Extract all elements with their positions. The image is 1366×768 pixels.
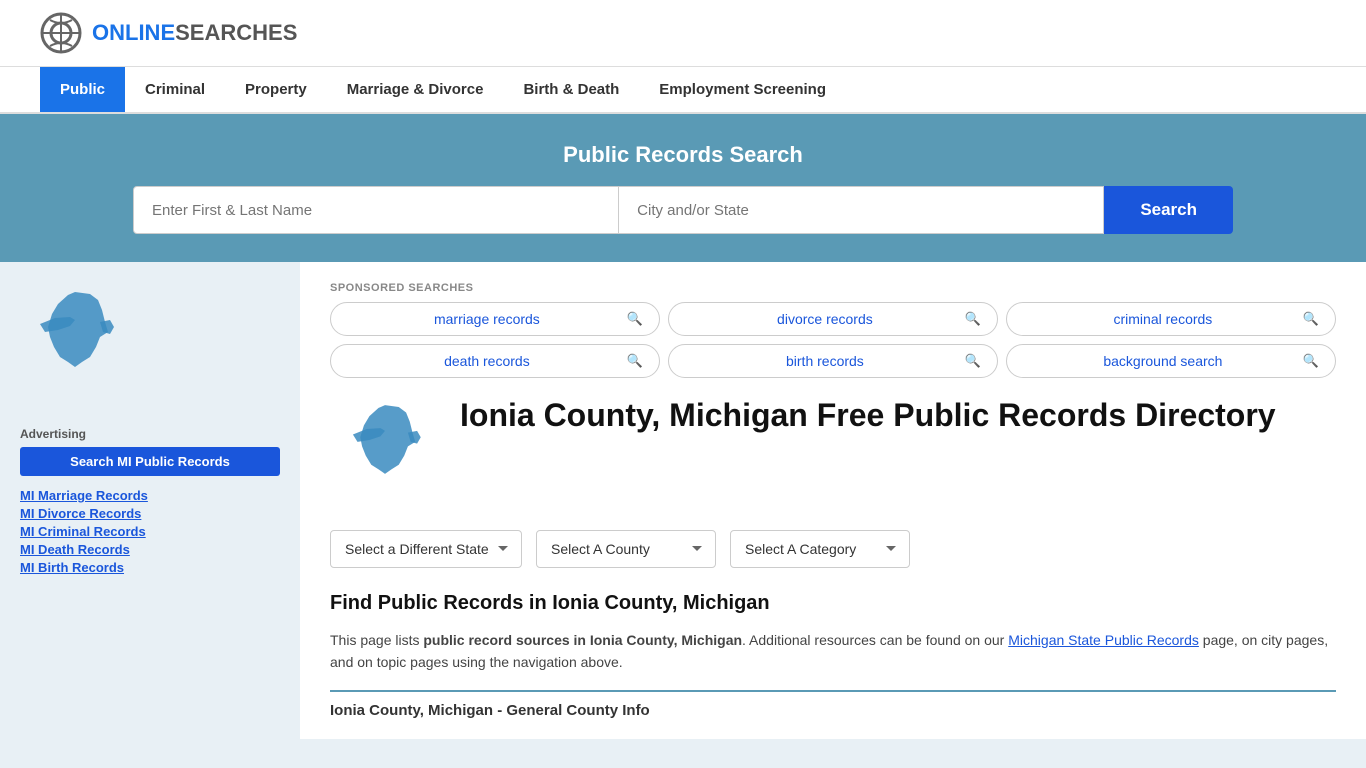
search-icon-divorce: 🔍 [965, 311, 981, 327]
sidebar-ad-button[interactable]: Search MI Public Records [20, 447, 280, 476]
logo[interactable]: ONLINESEARCHES [40, 12, 297, 54]
sidebar-link-divorce[interactable]: MI Divorce Records [20, 506, 280, 521]
sponsored-pills: marriage records 🔍 divorce records 🔍 cri… [330, 302, 1336, 378]
page-title: Ionia County, Michigan Free Public Recor… [460, 396, 1276, 434]
sidebar-link-death[interactable]: MI Death Records [20, 542, 280, 557]
nav-item-public[interactable]: Public [40, 67, 125, 112]
find-records-title: Find Public Records in Ionia County, Mic… [330, 592, 1336, 615]
pill-marriage[interactable]: marriage records 🔍 [330, 302, 660, 336]
nav-item-employment[interactable]: Employment Screening [639, 67, 846, 112]
pill-divorce[interactable]: divorce records 🔍 [668, 302, 998, 336]
pill-background[interactable]: background search 🔍 [1006, 344, 1336, 378]
page-title-section: Ionia County, Michigan Free Public Recor… [330, 396, 1336, 506]
search-icon-background: 🔍 [1303, 353, 1319, 369]
find-records-description: This page lists public record sources in… [330, 629, 1336, 674]
filter-dropdowns: Select a Different State Select A County… [330, 530, 1336, 568]
nav-item-marriage[interactable]: Marriage & Divorce [327, 67, 504, 112]
michigan-map [20, 282, 280, 407]
pill-birth[interactable]: birth records 🔍 [668, 344, 998, 378]
search-button[interactable]: Search [1104, 186, 1233, 234]
sidebar: Advertising Search MI Public Records MI … [0, 262, 300, 739]
main-nav: Public Criminal Property Marriage & Divo… [0, 67, 1366, 114]
logo-text: ONLINESEARCHES [92, 20, 297, 46]
logo-icon [40, 12, 82, 54]
search-bar: Search [133, 186, 1233, 234]
county-dropdown[interactable]: Select A County [536, 530, 716, 568]
category-dropdown[interactable]: Select A Category [730, 530, 910, 568]
nav-item-criminal[interactable]: Criminal [125, 67, 225, 112]
state-dropdown[interactable]: Select a Different State [330, 530, 522, 568]
name-search-input[interactable] [133, 186, 619, 234]
nav-item-property[interactable]: Property [225, 67, 327, 112]
search-icon-criminal: 🔍 [1303, 311, 1319, 327]
general-info-bar: Ionia County, Michigan - General County … [330, 690, 1336, 719]
pill-criminal[interactable]: criminal records 🔍 [1006, 302, 1336, 336]
nav-item-birth[interactable]: Birth & Death [503, 67, 639, 112]
michigan-map-svg [20, 282, 130, 402]
site-header: ONLINESEARCHES [0, 0, 1366, 67]
sidebar-links: MI Marriage Records MI Divorce Records M… [20, 488, 280, 575]
main-layout: Advertising Search MI Public Records MI … [0, 262, 1366, 739]
sponsored-label: SPONSORED SEARCHES [330, 282, 1336, 294]
sidebar-link-criminal[interactable]: MI Criminal Records [20, 524, 280, 539]
sidebar-link-marriage[interactable]: MI Marriage Records [20, 488, 280, 503]
search-icon-birth: 🔍 [965, 353, 981, 369]
pill-death[interactable]: death records 🔍 [330, 344, 660, 378]
search-icon-marriage: 🔍 [627, 311, 643, 327]
hero-title: Public Records Search [40, 142, 1326, 168]
michigan-records-link[interactable]: Michigan State Public Records [1008, 632, 1199, 648]
search-icon-death: 🔍 [627, 353, 643, 369]
location-search-input[interactable] [619, 186, 1104, 234]
sidebar-advertising-label: Advertising [20, 427, 280, 441]
page-michigan-map [330, 396, 440, 506]
main-content: SPONSORED SEARCHES marriage records 🔍 di… [300, 262, 1366, 739]
hero-section: Public Records Search Search [0, 114, 1366, 262]
sidebar-link-birth[interactable]: MI Birth Records [20, 560, 280, 575]
